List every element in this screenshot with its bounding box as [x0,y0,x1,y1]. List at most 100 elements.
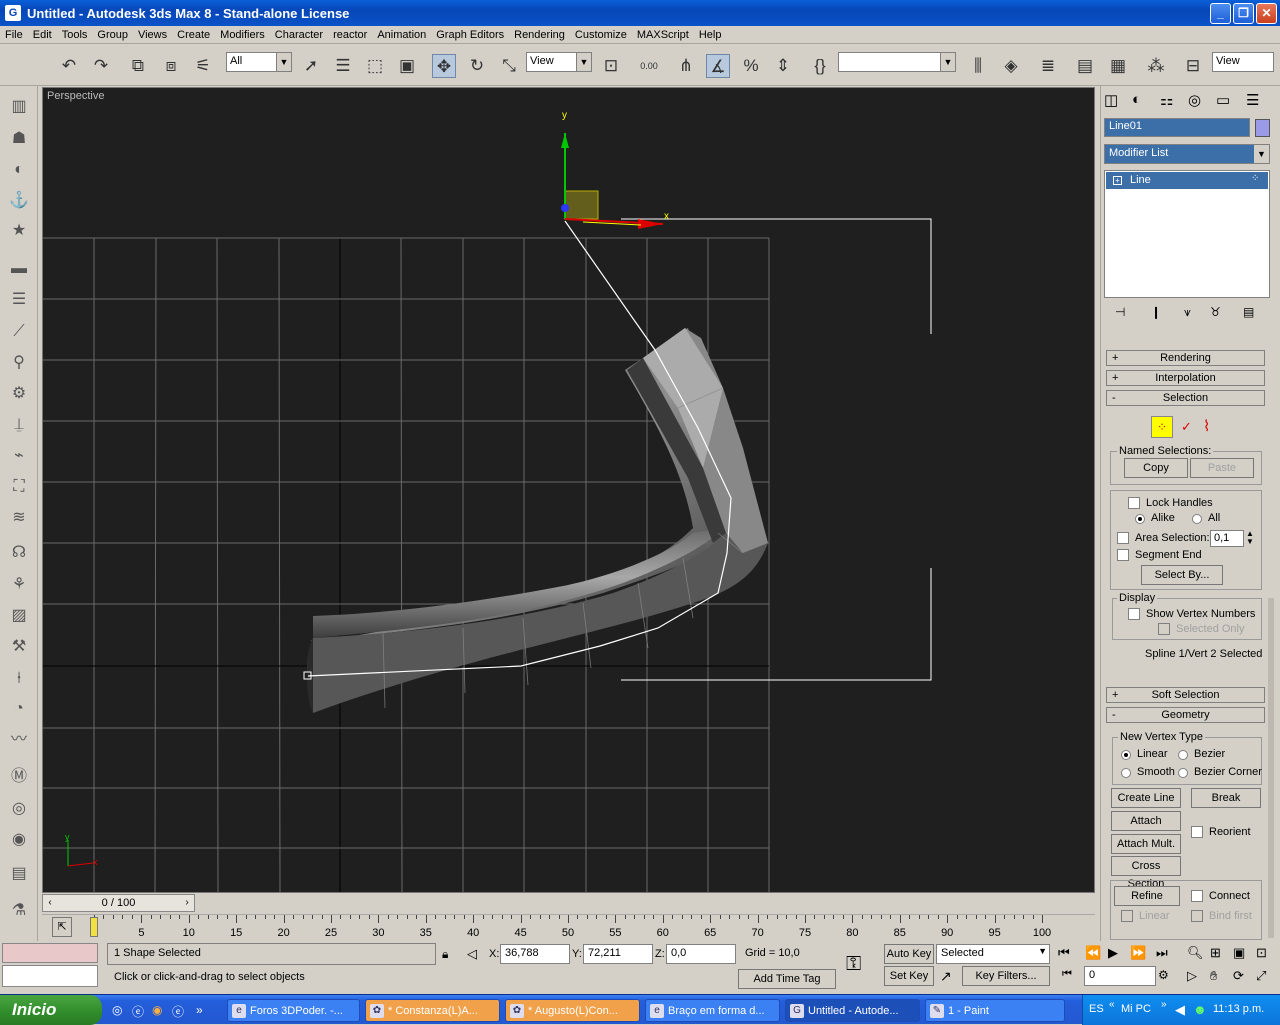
water-icon[interactable]: ⛶ [8,476,30,498]
go-to-end-icon[interactable]: ⏭ [1156,945,1168,961]
geometry-rollout[interactable]: - Geometry [1106,707,1265,723]
reference-coord-dropdown[interactable]: View ▼ [526,52,592,72]
select-by-button[interactable]: Select By... [1141,565,1223,585]
select-object-icon[interactable]: ➚ [299,54,323,78]
material-editor-icon[interactable]: ⁂ [1144,54,1168,78]
select-and-scale-icon[interactable]: ⤡ [497,54,521,78]
bezier-radio[interactable] [1178,750,1188,760]
back-icon[interactable]: ◀ [1175,1002,1185,1018]
zoom-extents-all-icon[interactable]: ⊡ [1256,945,1267,961]
menu-help[interactable]: Help [694,29,727,41]
time-slider[interactable]: ‹ 0 / 100 › [42,894,195,912]
zoom-all-icon[interactable]: ⊞ [1210,945,1221,961]
move-gizmo[interactable]: y x [561,110,669,229]
auto-key-button[interactable]: Auto Key [884,944,934,964]
attach-button[interactable]: Attach [1111,811,1181,831]
menu-tools[interactable]: Tools [57,29,93,41]
task-constanza[interactable]: ✿ * Constanza(L)A... [365,999,500,1022]
soft-selection-rollout[interactable]: + Soft Selection [1106,687,1265,703]
rendering-rollout[interactable]: + Rendering [1106,350,1265,366]
create-line-button[interactable]: Create Line [1111,788,1181,808]
unlink-icon[interactable]: ⧈ [159,54,183,78]
spring-icon[interactable]: ☰ [8,289,30,311]
menu-edit[interactable]: Edit [28,29,57,41]
layer-manager-icon[interactable]: ≣ [1036,54,1060,78]
ragdoll-icon[interactable]: ≋ [8,507,30,529]
select-and-rotate-icon[interactable]: ↻ [465,54,489,78]
mirror-icon[interactable]: ⫼ [966,54,990,78]
angle-snap-icon[interactable]: ∡ [706,54,730,78]
named-selection-icon[interactable]: {} [808,54,832,78]
object-name-field[interactable]: Line01 [1104,118,1250,137]
track-bar-menu-icon[interactable]: ⇱ [52,917,72,937]
key-filters-button[interactable]: Key Filters... [962,966,1050,986]
attach-mult-button[interactable]: Attach Mult. [1111,834,1181,854]
firefox-quicklaunch-icon[interactable]: ◉ [152,1003,162,1017]
bind-space-warp-icon[interactable]: ⚟ [191,54,215,78]
car-wheel-icon[interactable]: ⚒ [8,636,30,658]
arc-rotate-icon[interactable]: ⟳ [1233,968,1244,984]
bezier-corner-radio[interactable] [1178,768,1188,778]
field-of-view-icon[interactable]: ▷ [1187,968,1197,984]
cross-section-button[interactable]: Cross Section [1111,856,1181,890]
rect-selection-icon[interactable]: ⬚ [363,54,387,78]
vertex-subobject-icon[interactable]: ⁘ [1151,416,1173,438]
maxscript-listener-pink[interactable] [2,943,98,963]
remove-modifier-icon[interactable]: ♉︎ [1210,305,1221,319]
reorient-checkbox[interactable] [1191,826,1203,838]
copy-button[interactable]: Copy [1124,458,1188,478]
start-button[interactable]: Inicio [0,995,102,1025]
property-editor-icon[interactable]: Ⓜ [8,766,30,788]
plane-icon[interactable]: ▬ [8,258,30,280]
point-to-point-icon[interactable]: ⚘ [8,574,30,596]
menu-character[interactable]: Character [270,29,328,41]
hinge-icon[interactable]: ☊ [8,542,30,564]
area-selection-checkbox[interactable] [1117,532,1129,544]
snap-toggle-icon[interactable]: ⋔ [674,54,698,78]
stack-item-line[interactable]: Line [1106,172,1268,189]
previous-frame-icon[interactable]: ⏪ [1085,945,1101,961]
y-coord-field[interactable]: 72,211 [583,944,653,964]
rigid-body-collection-icon[interactable]: ▥ [8,96,30,118]
current-frame-field[interactable]: 0 [1084,966,1156,986]
fracture-icon[interactable]: ⌁ [8,445,30,467]
menu-reactor[interactable]: reactor [328,29,372,41]
menu-customize[interactable]: Customize [570,29,632,41]
display-tab-icon[interactable]: ▭ [1216,91,1230,109]
modifier-stack[interactable]: Line + ⁘ [1104,170,1270,298]
hierarchy-tab-icon[interactable]: ⚏ [1160,91,1173,109]
time-slider-next-icon[interactable]: › [180,895,194,911]
set-key-button[interactable]: Set Key [884,966,934,986]
break-button[interactable]: Break [1191,788,1261,808]
spline-subobject-icon[interactable]: ⌇ [1203,417,1210,435]
configure-modifier-sets-icon[interactable]: ▤ [1243,305,1254,319]
show-end-result-icon[interactable]: ❙ [1151,305,1161,319]
render-type-dropdown[interactable]: View [1212,52,1274,72]
menu-create[interactable]: Create [172,29,215,41]
dashpot-icon[interactable]: ⟋ [8,321,30,343]
cloth-collection-icon[interactable]: ☗ [8,128,30,150]
motion-tab-icon[interactable]: ◎ [1188,91,1201,109]
x-coord-field[interactable]: 36,788 [500,944,570,964]
expand-toolbar-icon[interactable]: » [1161,999,1167,1010]
key-mode-dropdown[interactable]: Selected ▼ [936,944,1050,964]
segment-subobject-icon[interactable]: ✓ [1181,419,1192,435]
rope-collection-icon[interactable]: ⚓ [8,190,30,212]
alike-radio[interactable] [1135,514,1145,524]
play-icon[interactable]: ▶ [1108,945,1118,961]
go-to-start-icon[interactable]: ⏮ [1058,945,1070,961]
pan-icon[interactable]: ✋︎ [1210,968,1217,984]
menu-group[interactable]: Group [92,29,133,41]
viewport-label[interactable]: Perspective [47,90,104,102]
msn-tray-icon[interactable]: ☻ [1193,1002,1207,1017]
menu-maxscript[interactable]: MAXScript [632,29,694,41]
task-braco[interactable]: e Braço em forma d... [645,999,780,1022]
make-unique-icon[interactable]: ⩛ [1184,305,1191,320]
utilities-tab-icon[interactable]: ☰ [1246,91,1259,109]
maximize-viewport-icon[interactable]: ⤢ [1256,968,1266,984]
redo-icon[interactable]: ↷ [89,54,113,78]
area-selection-spinner[interactable]: 0,1 [1210,530,1244,547]
curve-editor-icon[interactable]: ▤ [1073,54,1097,78]
about-reactor-icon[interactable]: ⚗ [8,900,30,922]
task-paint[interactable]: ✎ 1 - Paint [925,999,1065,1022]
